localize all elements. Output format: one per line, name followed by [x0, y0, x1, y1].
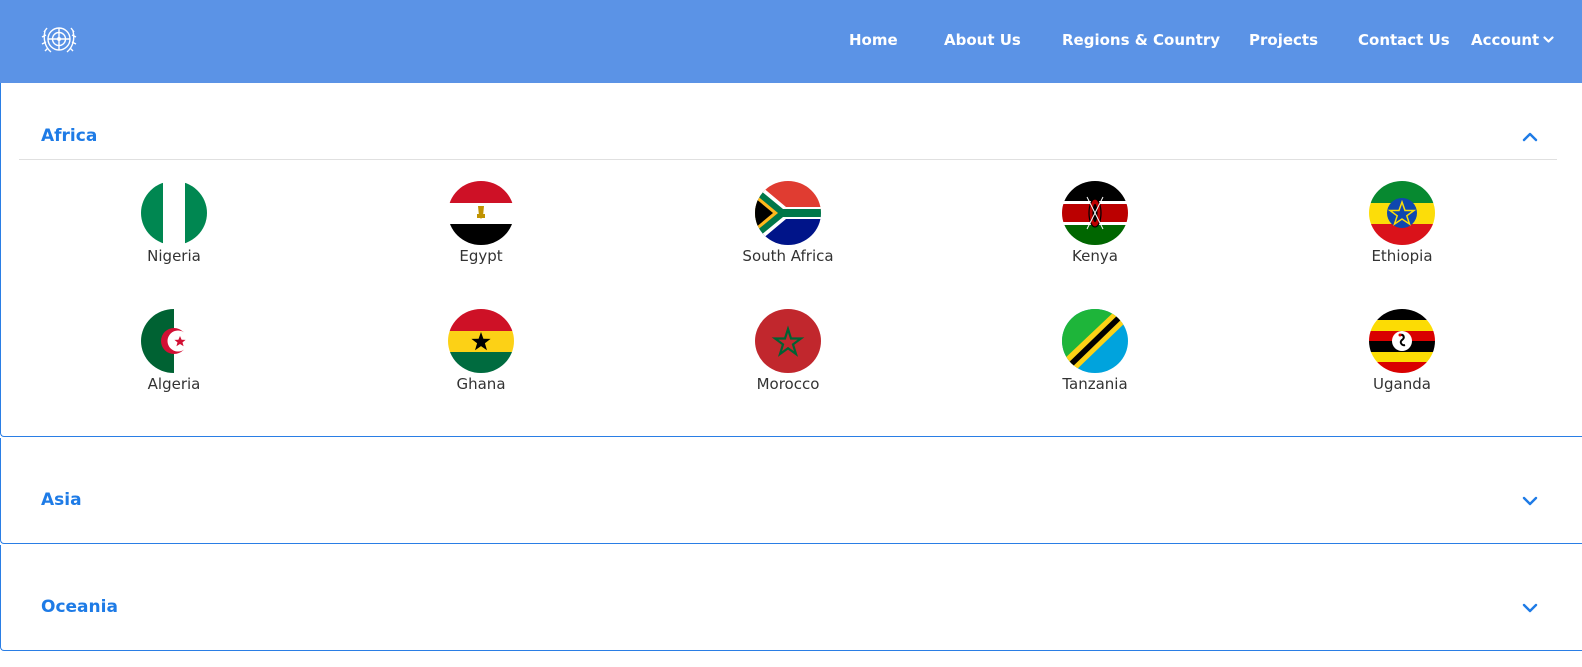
country-name: Uganda: [1373, 375, 1431, 393]
country-name: Morocco: [756, 375, 820, 393]
region-africa-title: Africa: [41, 126, 98, 146]
top-navbar: Home About Us Regions & Country Projects…: [0, 0, 1582, 83]
country-name: Tanzania: [1062, 375, 1128, 393]
country-south-africa[interactable]: South Africa: [708, 181, 868, 281]
nav-projects[interactable]: Projects: [1249, 30, 1318, 50]
country-name: Egypt: [459, 247, 503, 265]
country-ghana[interactable]: Ghana: [401, 309, 561, 409]
region-africa-divider: [19, 159, 1557, 160]
chevron-up-icon: [1521, 130, 1539, 142]
region-asia-title: Asia: [41, 490, 82, 510]
chevron-down-icon: [1521, 601, 1539, 613]
egypt-flag-icon: [448, 181, 514, 245]
ethiopia-flag-icon: [1369, 181, 1435, 245]
country-nigeria[interactable]: Nigeria: [94, 181, 254, 281]
nav-regions-country[interactable]: Regions & Country: [1062, 30, 1220, 50]
nav-home[interactable]: Home: [849, 30, 898, 50]
morocco-flag-icon: [755, 309, 821, 373]
account-label: Account: [1471, 31, 1540, 49]
algeria-flag-icon: [141, 309, 207, 373]
account-dropdown[interactable]: Account: [1471, 30, 1554, 50]
chevron-down-icon: [1521, 494, 1539, 506]
country-tanzania[interactable]: Tanzania: [1015, 309, 1175, 409]
nav-about-us[interactable]: About Us: [944, 30, 1021, 50]
country-algeria[interactable]: Algeria: [94, 309, 254, 409]
country-name: Kenya: [1072, 247, 1118, 265]
region-asia-header[interactable]: Asia: [1, 460, 1582, 520]
un-emblem-icon[interactable]: [39, 19, 79, 59]
uganda-flag-icon: [1369, 309, 1435, 373]
country-name: Nigeria: [147, 247, 201, 265]
country-name: South Africa: [742, 247, 834, 265]
country-name: Ethiopia: [1371, 247, 1433, 265]
tanzania-flag-icon: [1062, 309, 1128, 373]
nigeria-flag-icon: [141, 181, 207, 245]
region-oceania-title: Oceania: [41, 597, 118, 617]
country-kenya[interactable]: Kenya: [1015, 181, 1175, 281]
south-africa-flag-icon: [755, 181, 821, 245]
region-asia-panel: Asia: [0, 438, 1582, 544]
region-oceania-panel: Oceania: [0, 545, 1582, 651]
country-uganda[interactable]: Uganda: [1322, 309, 1482, 409]
nav-contact-us[interactable]: Contact Us: [1358, 30, 1450, 50]
region-africa-header[interactable]: Africa: [1, 105, 1582, 165]
ghana-flag-icon: [448, 309, 514, 373]
region-oceania-header[interactable]: Oceania: [1, 567, 1582, 627]
chevron-down-icon: [1543, 29, 1554, 49]
country-name: Algeria: [147, 375, 201, 393]
country-egypt[interactable]: Egypt: [401, 181, 561, 281]
country-morocco[interactable]: Morocco: [708, 309, 868, 409]
country-ethiopia[interactable]: Ethiopia: [1322, 181, 1482, 281]
kenya-flag-icon: [1062, 181, 1128, 245]
country-name: Ghana: [456, 375, 506, 393]
